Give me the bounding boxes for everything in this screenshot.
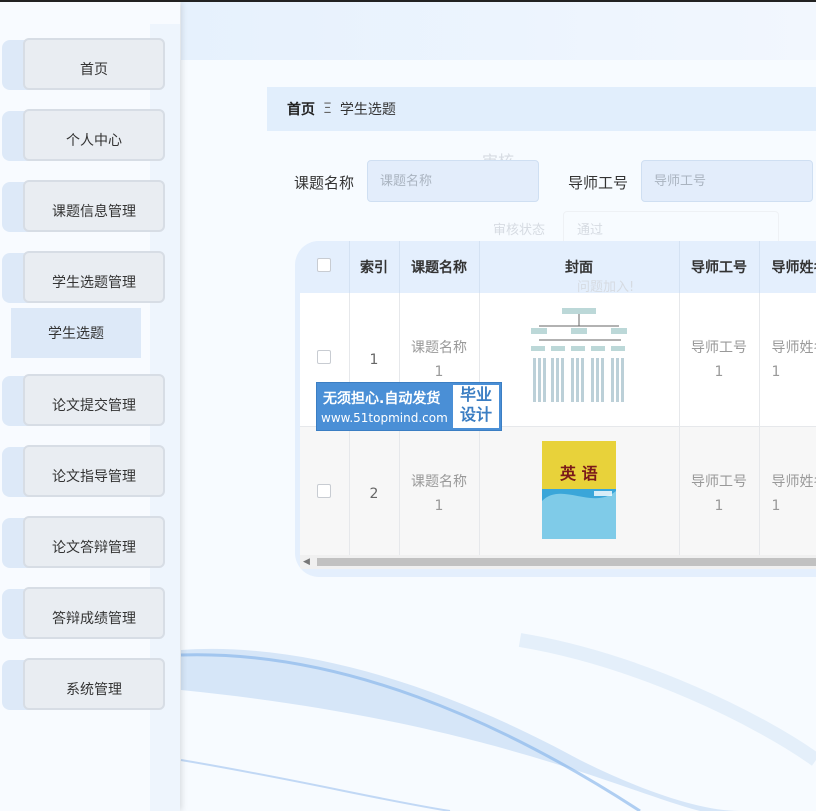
header-index: 索引 (349, 241, 400, 293)
row-cover (479, 293, 680, 427)
sidebar-item-system[interactable]: 系统管理 (2, 658, 165, 710)
breadcrumb-home[interactable]: 首页 (287, 99, 315, 119)
table-header-row: 索引 课题名称 封面 导师工号 导师姓名 (300, 241, 816, 293)
watermark-badge: 无须担心.自动发货 www.51topmind.com 毕业 设计 (316, 382, 502, 431)
scroll-left-icon[interactable]: ◀ (303, 557, 310, 567)
row-tutor-name: 导师姓名1 (759, 293, 816, 427)
sidebar-item-thesis-defense[interactable]: 论文答辩管理 (2, 516, 165, 568)
sidebar-item-student-selection[interactable]: 学生选题管理 (2, 251, 165, 303)
search-input-topic[interactable] (367, 160, 539, 202)
search-label-topic: 课题名称 (294, 174, 355, 192)
breadcrumb-current: 学生选题 (339, 102, 396, 118)
search-input-tutor-id[interactable] (641, 160, 813, 202)
row-topic: 课题名称1 (399, 426, 480, 561)
svg-text:英 语: 英 语 (559, 464, 598, 483)
watermark-line2: www.51topmind.com (321, 411, 448, 425)
top-header (181, 2, 816, 60)
sidebar-item-topic-info[interactable]: 课题信息管理 (2, 180, 165, 232)
header-tutor-name: 导师姓名 (759, 241, 816, 293)
sidebar: 首页 个人中心 课题信息管理 学生选题管理 学生选题 论文提交管理 论文指导管理… (0, 2, 180, 811)
search-label-tutor-id: 导师工号 (568, 174, 629, 192)
header-tutor-id: 导师工号 (679, 241, 760, 293)
watermark-line1: 无须担心.自动发货 (323, 391, 441, 407)
row-cover: 英 语 (479, 426, 680, 561)
ghost-status-label: 审核状态 (493, 223, 546, 238)
window-top-border (0, 0, 816, 2)
breadcrumb: 首页 Ξ 学生选题 (267, 87, 816, 131)
sidebar-item-thesis-submission[interactable]: 论文提交管理 (2, 374, 165, 426)
horizontal-scrollbar[interactable]: ◀ (300, 555, 816, 569)
watermark-right: 毕业 设计 (453, 385, 499, 428)
header-select-all[interactable] (300, 241, 350, 293)
sidebar-item-personal-center[interactable]: 个人中心 (2, 109, 165, 161)
header-topic: 课题名称 (399, 241, 480, 293)
row-checkbox[interactable] (317, 483, 332, 498)
row-tutor-name: 导师姓名1 (759, 426, 816, 561)
cover-image[interactable]: 英 语 (542, 440, 616, 539)
sidebar-item-thesis-guidance[interactable]: 论文指导管理 (2, 445, 165, 497)
watermark-right-line2: 设计 (459, 405, 492, 424)
row-tutor-id: 导师工号1 (679, 426, 760, 561)
cover-image[interactable] (529, 306, 629, 406)
select-all-checkbox[interactable] (317, 258, 332, 272)
table-row: 2 课题名称1 英 语 导师工号1 导师姓名1 (300, 426, 816, 561)
ghost-status-value: 通过 (577, 223, 604, 238)
row-tutor-id: 导师工号1 (679, 293, 760, 427)
watermark-right-line1: 毕业 (459, 385, 492, 404)
sidebar-item-defense-score[interactable]: 答辩成绩管理 (2, 587, 165, 639)
sidebar-subitem-student-selection[interactable]: 学生选题 (11, 308, 141, 358)
ghost-content-value: 问题加入! (577, 280, 635, 295)
row-checkbox[interactable] (317, 349, 332, 364)
scrollbar-thumb[interactable] (317, 558, 816, 566)
breadcrumb-separator: Ξ (323, 101, 332, 117)
row-index: 2 (349, 426, 400, 561)
sidebar-item-home[interactable]: 首页 (2, 38, 165, 90)
